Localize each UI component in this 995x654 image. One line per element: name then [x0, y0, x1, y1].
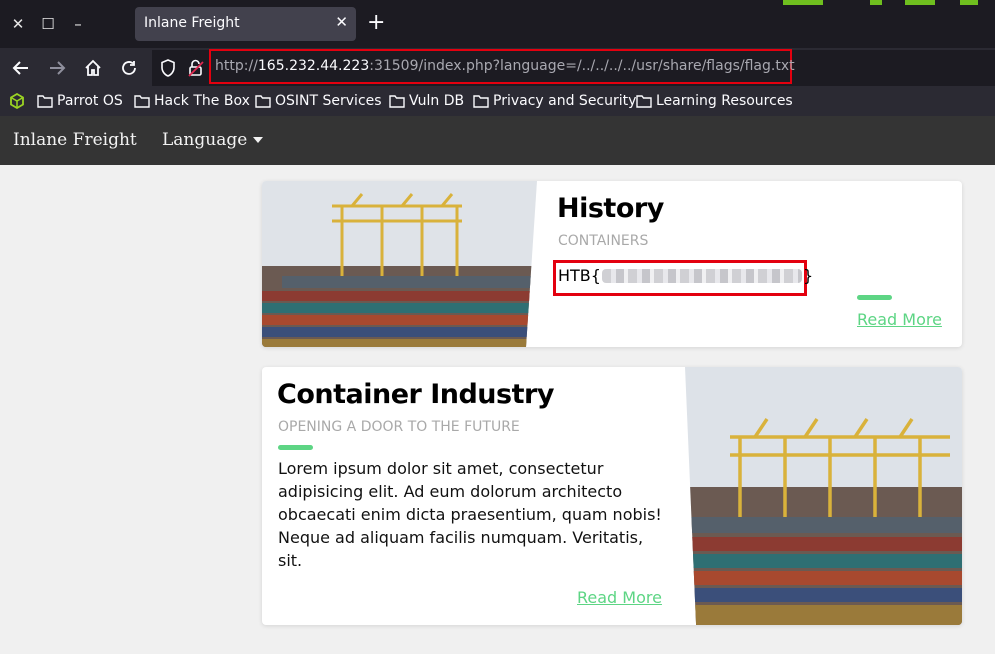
accent-bar [857, 295, 892, 300]
minimize-window-icon[interactable]: – [68, 14, 88, 34]
container-port-image [262, 181, 537, 347]
insecure-lock-icon[interactable] [184, 56, 208, 80]
bookmark-label: Hack The Box [154, 93, 250, 109]
parrot-logo-icon[interactable] [9, 93, 29, 109]
decorative-stripe [960, 0, 978, 5]
decorative-stripe [870, 0, 882, 5]
home-icon[interactable] [81, 56, 105, 80]
bookmark-osint-services[interactable]: OSINT Services [255, 93, 382, 109]
site-header: Inlane Freight Language [0, 116, 995, 165]
redacted-flag-blur [601, 268, 802, 283]
language-dropdown-label: Language [162, 130, 248, 150]
decorative-stripe [783, 0, 823, 5]
bookmark-vuln-db[interactable]: Vuln DB [389, 93, 464, 109]
bookmark-label: OSINT Services [275, 93, 382, 109]
history-read-more-link[interactable]: Read More [857, 310, 942, 329]
container-industry-read-more-link[interactable]: Read More [577, 588, 662, 607]
flag-suffix: } [802, 266, 814, 285]
bookmark-hack-the-box[interactable]: Hack The Box [134, 93, 250, 109]
forward-icon[interactable] [45, 56, 69, 80]
tab-bar: ✕ ☐ – Inlane Freight ✕ + [0, 0, 995, 48]
bookmark-parrot-os[interactable]: Parrot OS [37, 93, 123, 109]
back-icon[interactable] [9, 56, 33, 80]
close-window-icon[interactable]: ✕ [8, 14, 28, 34]
tab-title: Inlane Freight [144, 15, 240, 31]
tab-close-icon[interactable]: ✕ [335, 13, 348, 31]
flag-text: HTB{ } [558, 266, 813, 285]
bookmark-label: Privacy and Security [493, 93, 637, 109]
url-host: 165.232.44.223 [257, 58, 370, 74]
shield-icon[interactable] [156, 56, 180, 80]
bookmark-privacy-and-security[interactable]: Privacy and Security [473, 93, 636, 109]
bookmarks-bar: Parrot OS Hack The Box OSINT Services Vu… [0, 88, 995, 116]
new-tab-icon[interactable]: + [367, 11, 385, 35]
language-dropdown[interactable]: Language [162, 130, 264, 150]
bookmark-learning-resources[interactable]: Learning Resources [636, 93, 793, 109]
site-brand-link[interactable]: Inlane Freight [13, 130, 137, 150]
url-prefix: http:// [215, 58, 258, 74]
bookmark-label: Vuln DB [409, 93, 465, 109]
url-path: :31509/index.php?language=/../../../../u… [369, 58, 795, 74]
history-title: History [557, 193, 664, 224]
container-port-image [685, 367, 962, 625]
caret-down-icon [253, 137, 264, 143]
bookmark-label: Learning Resources [656, 93, 793, 109]
maximize-window-icon[interactable]: ☐ [38, 14, 58, 34]
history-subtitle: CONTAINERS [558, 233, 649, 249]
container-industry-subtitle: OPENING A DOOR TO THE FUTURE [278, 419, 520, 435]
bookmark-label: Parrot OS [57, 93, 123, 109]
container-industry-body: Lorem ipsum dolor sit amet, consectetur … [278, 459, 662, 570]
reload-icon[interactable] [117, 56, 141, 80]
accent-bar [278, 445, 313, 450]
flag-prefix: HTB{ [558, 266, 601, 285]
container-industry-title: Container Industry [277, 379, 554, 410]
decorative-stripe [905, 0, 935, 5]
url-text[interactable]: http://165.232.44.223:31509/index.php?la… [215, 58, 795, 74]
browser-tab-active[interactable]: Inlane Freight ✕ [135, 7, 356, 41]
